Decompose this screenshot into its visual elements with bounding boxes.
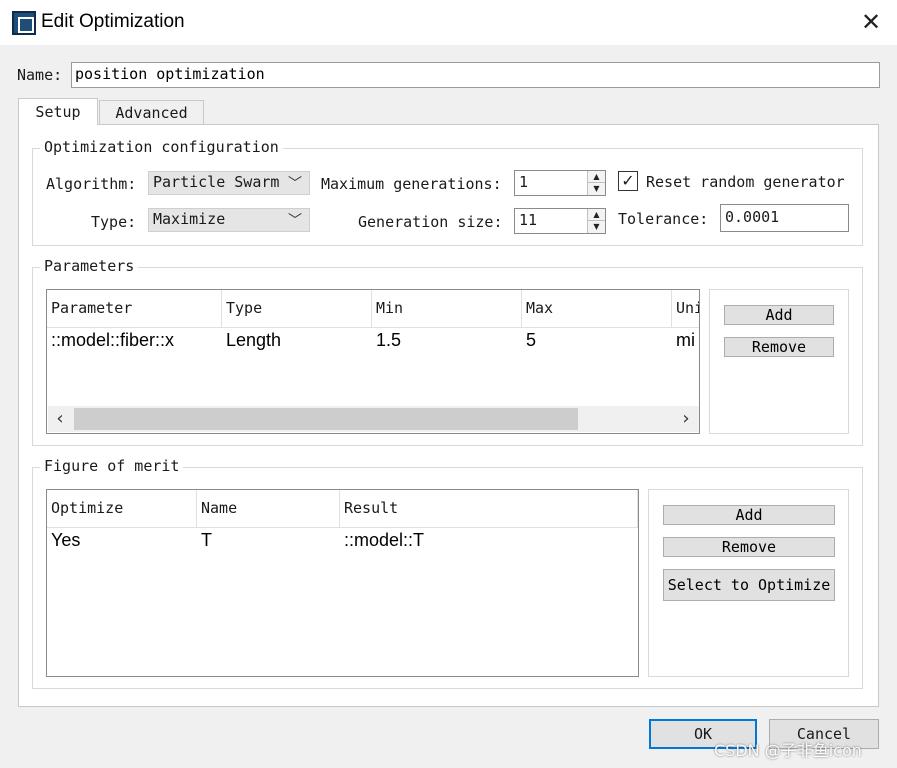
tab-advanced[interactable]: Advanced [99, 100, 204, 124]
cell-name[interactable]: T [201, 530, 336, 551]
figure-of-merit-button-panel: Add Remove Select to Optimize [648, 489, 849, 677]
spin-down-icon[interactable]: ▼ [588, 183, 605, 195]
reset-random-generator-label: Reset random generator [646, 173, 845, 191]
spin-buttons: ▲ ▼ [587, 171, 605, 195]
add-parameter-button[interactable]: Add [724, 305, 834, 325]
chevron-down-icon: ﹀ [288, 213, 302, 229]
spin-up-icon[interactable]: ▲ [588, 209, 605, 221]
max-generations-value: 1 [519, 173, 529, 191]
type-label: Type: [91, 213, 137, 231]
figure-of-merit-table[interactable]: Optimize Name Result Yes T ::model::T [46, 489, 639, 677]
cell-max[interactable]: 5 [526, 330, 671, 351]
generation-size-spinbox[interactable]: 11 ▲ ▼ [514, 208, 606, 234]
remove-parameter-button[interactable]: Remove [724, 337, 834, 357]
column-header-type[interactable]: Type [222, 290, 372, 328]
cell-type[interactable]: Length [226, 330, 371, 351]
spin-buttons: ▲ ▼ [587, 209, 605, 233]
tolerance-label: Tolerance: [618, 210, 709, 228]
cell-result[interactable]: ::model::T [344, 530, 634, 551]
tab-setup[interactable]: Setup [18, 98, 98, 125]
title-bar: Edit Optimization ✕ [0, 0, 897, 45]
max-generations-label: Maximum generations: [321, 175, 502, 193]
cell-optimize[interactable]: Yes [51, 530, 191, 551]
reset-random-generator-checkbox[interactable]: ✓ [618, 171, 638, 191]
column-header-result[interactable]: Result [340, 490, 638, 528]
spin-down-icon[interactable]: ▼ [588, 221, 605, 233]
column-header-max[interactable]: Max [522, 290, 672, 328]
algorithm-select[interactable]: Particle Swarm ﹀ [148, 171, 310, 195]
column-header-name[interactable]: Name [197, 490, 340, 528]
generation-size-label: Generation size: [358, 213, 503, 231]
generation-size-value: 11 [519, 211, 538, 229]
column-header-optimize[interactable]: Optimize [47, 490, 197, 528]
app-window-icon [12, 11, 36, 35]
scrollbar-thumb[interactable] [74, 408, 578, 430]
remove-figure-of-merit-button[interactable]: Remove [663, 537, 835, 557]
max-generations-spinbox[interactable]: 1 ▲ ▼ [514, 170, 606, 196]
select-to-optimize-button[interactable]: Select to Optimize [663, 569, 835, 601]
parameters-table[interactable]: Parameter Type Min Max Uni ::model::fibe… [46, 289, 700, 434]
column-header-min[interactable]: Min [372, 290, 522, 328]
spin-up-icon[interactable]: ▲ [588, 171, 605, 183]
algorithm-label: Algorithm: [46, 175, 137, 193]
cell-units[interactable]: mi [676, 330, 699, 351]
optimization-configuration-title: Optimization configuration [40, 138, 283, 156]
cell-min[interactable]: 1.5 [376, 330, 521, 351]
horizontal-scrollbar[interactable]: ‹ › [48, 406, 699, 432]
type-select[interactable]: Maximize ﹀ [148, 208, 310, 232]
add-figure-of-merit-button[interactable]: Add [663, 505, 835, 525]
scroll-right-icon[interactable]: › [674, 406, 698, 432]
window-title: Edit Optimization [41, 11, 185, 32]
column-header-units[interactable]: Uni [672, 290, 699, 328]
figure-of-merit-title: Figure of merit [40, 457, 184, 475]
tolerance-input[interactable]: 0.0001 [720, 204, 849, 232]
chevron-down-icon: ﹀ [288, 176, 302, 192]
name-label: Name: [17, 66, 63, 84]
name-input[interactable]: position optimization [71, 62, 880, 88]
column-header-parameter[interactable]: Parameter [47, 290, 222, 328]
scroll-left-icon[interactable]: ‹ [48, 406, 72, 432]
watermark: CSDN @子非鱼icon [714, 741, 862, 760]
parameters-button-panel: Add Remove [709, 289, 849, 434]
cell-parameter[interactable]: ::model::fiber::x [51, 330, 221, 351]
close-icon[interactable]: ✕ [856, 8, 886, 38]
parameters-title: Parameters [40, 257, 139, 275]
algorithm-value: Particle Swarm [153, 173, 280, 191]
type-value: Maximize [153, 210, 226, 228]
